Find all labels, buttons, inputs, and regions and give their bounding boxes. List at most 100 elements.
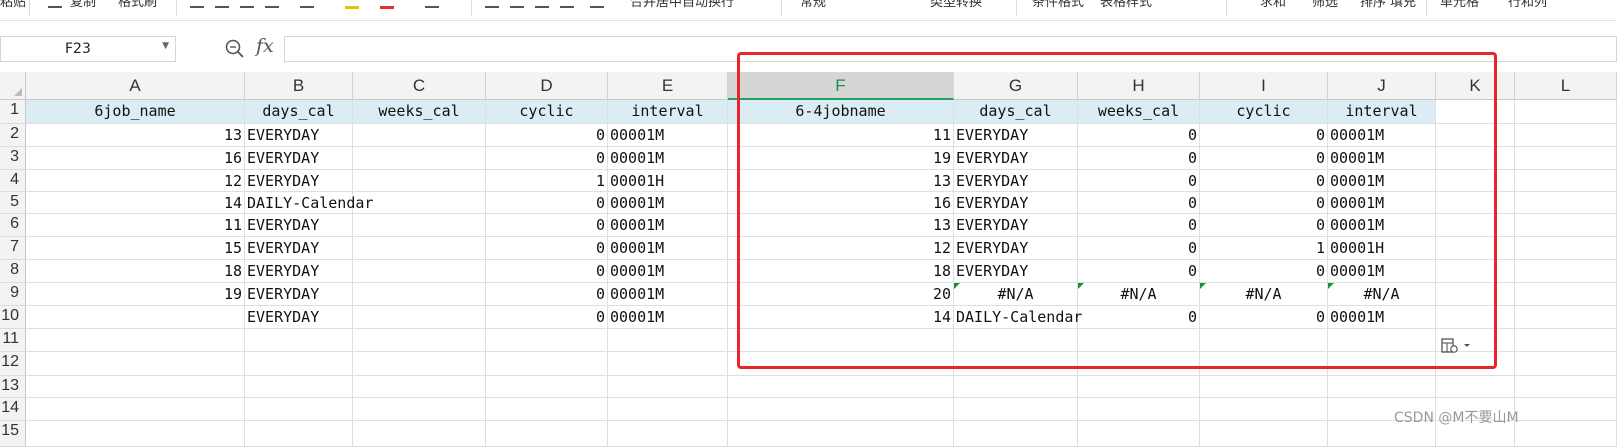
- cell-H6[interactable]: 0: [1078, 214, 1200, 237]
- cell-I1[interactable]: cyclic: [1200, 100, 1328, 124]
- cell-H2[interactable]: 0: [1078, 124, 1200, 147]
- cell-H11[interactable]: [1078, 329, 1200, 352]
- cell-D7[interactable]: 0: [486, 237, 608, 260]
- cell-E8[interactable]: 00001M: [608, 260, 728, 283]
- toolbar-icon[interactable]: [265, 0, 279, 8]
- cell-B15[interactable]: [245, 421, 353, 447]
- cell-G5[interactable]: EVERYDAY: [954, 192, 1078, 214]
- cell-H9[interactable]: #N/A: [1078, 283, 1200, 306]
- row-header-3[interactable]: 3: [0, 147, 26, 170]
- cell-G3[interactable]: EVERYDAY: [954, 147, 1078, 170]
- cell-G14[interactable]: [954, 398, 1078, 421]
- ribbon-item[interactable]: 填充: [1390, 0, 1416, 10]
- column-header-K[interactable]: K: [1436, 72, 1515, 100]
- cell-G6[interactable]: EVERYDAY: [954, 214, 1078, 237]
- cell-E11[interactable]: [608, 329, 728, 352]
- cell-A7[interactable]: 15: [26, 237, 245, 260]
- cell-C14[interactable]: [353, 398, 486, 421]
- cell-E13[interactable]: [608, 376, 728, 398]
- cell-A10[interactable]: [26, 306, 245, 329]
- cell-E7[interactable]: 00001M: [608, 237, 728, 260]
- cell-G7[interactable]: EVERYDAY: [954, 237, 1078, 260]
- ribbon-item[interactable]: 表格样式: [1100, 0, 1152, 10]
- cell-I10[interactable]: 0: [1200, 306, 1328, 329]
- cell-C1[interactable]: weeks_cal: [353, 100, 486, 124]
- row-header-6[interactable]: 6: [0, 214, 26, 237]
- cell-G2[interactable]: EVERYDAY: [954, 124, 1078, 147]
- cell-I11[interactable]: [1200, 329, 1328, 352]
- cell-A4[interactable]: 12: [26, 170, 245, 192]
- column-header-F[interactable]: F: [728, 72, 954, 100]
- row-header-2[interactable]: 2: [0, 124, 26, 147]
- cell-E9[interactable]: 00001M: [608, 283, 728, 306]
- cell-J9[interactable]: #N/A: [1328, 283, 1436, 306]
- cell-B3[interactable]: EVERYDAY: [245, 147, 353, 170]
- cell-B2[interactable]: EVERYDAY: [245, 124, 353, 147]
- cell-G8[interactable]: EVERYDAY: [954, 260, 1078, 283]
- cell-B5[interactable]: DAILY-Calendar: [245, 192, 373, 214]
- column-header-A[interactable]: A: [26, 72, 245, 100]
- cell-C13[interactable]: [353, 376, 486, 398]
- cell-B13[interactable]: [245, 376, 353, 398]
- cell-D15[interactable]: [486, 421, 608, 447]
- cell-G13[interactable]: [954, 376, 1078, 398]
- cell-F9[interactable]: 20: [728, 283, 954, 306]
- cell-D8[interactable]: 0: [486, 260, 608, 283]
- cell-B7[interactable]: EVERYDAY: [245, 237, 353, 260]
- cell-E2[interactable]: 00001M: [608, 124, 728, 147]
- cell-C10[interactable]: [353, 306, 486, 329]
- ribbon-item[interactable]: 粘贴: [0, 0, 26, 10]
- cell-L2[interactable]: [1515, 124, 1617, 147]
- cell-C9[interactable]: [353, 283, 486, 306]
- cell-F13[interactable]: [728, 376, 954, 398]
- cell-B4[interactable]: EVERYDAY: [245, 170, 353, 192]
- cell-I9[interactable]: #N/A: [1200, 283, 1328, 306]
- cell-G10[interactable]: DAILY-Calendar: [954, 306, 1082, 329]
- cell-C5[interactable]: [353, 192, 486, 214]
- cell-I2[interactable]: 0: [1200, 124, 1328, 147]
- fx-icon[interactable]: fx: [256, 35, 274, 57]
- cell-J6[interactable]: 00001M: [1328, 214, 1436, 237]
- ribbon-item[interactable]: 常规: [800, 0, 826, 10]
- cell-K6[interactable]: [1436, 214, 1515, 237]
- cell-F7[interactable]: 12: [728, 237, 954, 260]
- cell-D14[interactable]: [486, 398, 608, 421]
- cell-H1[interactable]: weeks_cal: [1078, 100, 1200, 124]
- cell-J10[interactable]: 00001M: [1328, 306, 1436, 329]
- cell-C3[interactable]: [353, 147, 486, 170]
- column-header-I[interactable]: I: [1200, 72, 1328, 100]
- row-header-14[interactable]: 14: [0, 398, 26, 421]
- column-header-D[interactable]: D: [486, 72, 608, 100]
- cell-J3[interactable]: 00001M: [1328, 147, 1436, 170]
- ribbon-item[interactable]: 自动换行: [682, 0, 734, 10]
- cell-B12[interactable]: [245, 352, 353, 376]
- cell-B14[interactable]: [245, 398, 353, 421]
- ribbon-item[interactable]: 排序: [1360, 0, 1386, 10]
- cell-E14[interactable]: [608, 398, 728, 421]
- cell-L1[interactable]: [1515, 100, 1617, 124]
- cell-C7[interactable]: [353, 237, 486, 260]
- cell-K8[interactable]: [1436, 260, 1515, 283]
- toolbar-icon[interactable]: [240, 0, 254, 8]
- cell-A11[interactable]: [26, 329, 245, 352]
- cell-I4[interactable]: 0: [1200, 170, 1328, 192]
- cell-H3[interactable]: 0: [1078, 147, 1200, 170]
- cell-L4[interactable]: [1515, 170, 1617, 192]
- cell-A5[interactable]: 14: [26, 192, 245, 214]
- row-header-12[interactable]: 12: [0, 352, 26, 376]
- cell-D11[interactable]: [486, 329, 608, 352]
- cell-C8[interactable]: [353, 260, 486, 283]
- cell-J8[interactable]: 00001M: [1328, 260, 1436, 283]
- cell-L15[interactable]: [1515, 421, 1617, 447]
- cell-K3[interactable]: [1436, 147, 1515, 170]
- cell-F11[interactable]: [728, 329, 954, 352]
- cell-D6[interactable]: 0: [486, 214, 608, 237]
- cell-E1[interactable]: interval: [608, 100, 728, 124]
- cell-G12[interactable]: [954, 352, 1078, 376]
- ribbon-item[interactable]: 复制: [70, 0, 96, 10]
- cell-C15[interactable]: [353, 421, 486, 447]
- cell-H10[interactable]: 0: [1078, 306, 1200, 329]
- select-all-corner[interactable]: [0, 72, 26, 100]
- cell-G9[interactable]: #N/A: [954, 283, 1078, 306]
- cell-L12[interactable]: [1515, 352, 1617, 376]
